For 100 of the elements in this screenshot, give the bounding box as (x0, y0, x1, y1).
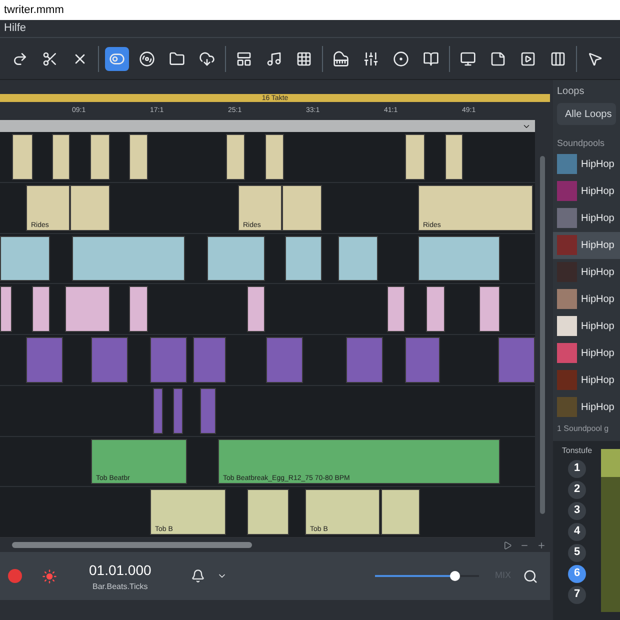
audio-clip[interactable] (153, 388, 163, 434)
audio-clip[interactable] (405, 134, 425, 180)
folder-icon (169, 50, 185, 66)
record-button[interactable] (8, 569, 22, 583)
soundpool-item[interactable]: HipHop (553, 286, 620, 312)
soundpool-name: HipHop (581, 346, 614, 360)
album-cover-placeholder (557, 181, 577, 201)
pitch-button[interactable]: 4 (568, 522, 586, 540)
panel-title: Loops (556, 85, 586, 99)
audio-clip[interactable] (498, 337, 535, 383)
audio-clip[interactable] (200, 388, 216, 434)
circle-icon (393, 50, 409, 66)
redo-icon (12, 50, 28, 66)
soundpool-item[interactable]: HipHop (553, 312, 620, 340)
soundpool-item[interactable]: HipHop (553, 258, 620, 286)
audio-clip[interactable] (282, 184, 322, 230)
audio-clip[interactable] (129, 134, 148, 180)
audio-clip[interactable] (338, 236, 378, 282)
soundpool-item[interactable]: HipHop (553, 150, 620, 178)
soundpool-item[interactable]: HipHop (553, 366, 620, 394)
album-cover-placeholder (557, 208, 577, 228)
search-icon (523, 568, 538, 584)
soundpool-name: HipHop (581, 374, 614, 388)
audio-clip[interactable] (265, 134, 284, 180)
note-icon (490, 50, 506, 66)
audio-clip[interactable] (70, 184, 110, 230)
disc-icon (139, 50, 155, 66)
audio-clip[interactable] (65, 286, 110, 332)
audio-clip[interactable] (418, 236, 500, 282)
pitch-button[interactable]: 2 (568, 480, 586, 498)
soundpool-item[interactable]: HipHop (553, 232, 620, 258)
audio-clip[interactable] (285, 236, 322, 282)
audio-clip[interactable] (247, 286, 265, 332)
monitor-icon (460, 50, 476, 66)
audio-clip[interactable] (52, 134, 70, 180)
soundpool-name: HipHop (581, 184, 614, 198)
cloud-download-icon (199, 50, 215, 66)
music-note-icon (266, 50, 282, 66)
audio-clip[interactable] (91, 337, 128, 383)
audio-clip[interactable] (346, 337, 383, 383)
scissors-icon (42, 50, 58, 66)
audio-clip[interactable] (32, 286, 50, 332)
album-cover-placeholder (557, 235, 577, 255)
audio-clip[interactable] (247, 489, 289, 535)
audio-clip[interactable] (207, 236, 265, 282)
soundpool-name: HipHop (581, 400, 614, 414)
audio-clip[interactable] (479, 286, 500, 332)
audio-clip[interactable] (0, 286, 12, 332)
pitch-title: Tonstufe (562, 444, 592, 456)
audio-clip[interactable] (173, 388, 183, 434)
audio-clip[interactable] (226, 134, 245, 180)
audio-clip[interactable] (129, 286, 148, 332)
audio-clip[interactable] (26, 337, 63, 383)
section-title: Soundpools (556, 137, 606, 150)
audio-clip[interactable] (193, 337, 226, 383)
book-icon (423, 50, 439, 66)
soundpool-name: HipHop (581, 238, 614, 252)
sun-icon[interactable] (42, 568, 57, 584)
window-title: twriter.mmm (4, 2, 64, 18)
pitch-button[interactable]: 5 (568, 544, 586, 562)
soundpool-name: HipHop (581, 266, 614, 280)
soundpool-item[interactable]: HipHop (553, 178, 620, 204)
soundpool-item[interactable]: HipHop (553, 204, 620, 232)
audio-clip[interactable] (90, 134, 110, 180)
audio-clip[interactable] (266, 337, 303, 383)
album-cover-placeholder (557, 343, 577, 363)
audio-clip[interactable] (405, 337, 440, 383)
audio-clip[interactable] (72, 236, 185, 282)
zoom-in-icon (537, 540, 546, 550)
horizontal-scrollbar[interactable] (12, 542, 252, 548)
toggle-icon (109, 50, 125, 66)
play-icon (520, 50, 536, 66)
toolbar-button[interactable] (105, 46, 129, 70)
columns-icon (550, 50, 566, 66)
layout-icon (236, 50, 252, 66)
album-cover-placeholder (557, 370, 577, 390)
album-cover-placeholder (557, 397, 577, 417)
play-icon (503, 540, 512, 550)
audio-clip[interactable] (381, 489, 420, 535)
time-display: 01.01.000 (89, 560, 152, 580)
audio-clip[interactable] (0, 236, 50, 282)
slider-thumb[interactable] (450, 571, 460, 581)
filter-dropdown[interactable]: Alle Loops (557, 103, 616, 125)
audio-clip[interactable] (426, 286, 445, 332)
pitch-button[interactable]: 7 (568, 586, 586, 604)
audio-clip[interactable] (12, 134, 33, 180)
sliders-icon (363, 50, 379, 66)
soundpool-name: HipHop (581, 158, 614, 172)
pitch-button[interactable]: 3 (568, 502, 586, 520)
soundpool-item[interactable]: HipHop (553, 394, 620, 420)
grid-icon (296, 50, 312, 66)
soundpool-name: HipHop (581, 320, 614, 334)
pitch-button[interactable]: 1 (568, 460, 586, 478)
album-cover-placeholder (557, 154, 577, 174)
audio-clip[interactable] (387, 286, 405, 332)
audio-clip[interactable] (445, 134, 463, 180)
audio-clip[interactable] (150, 337, 187, 383)
piano-icon (333, 50, 349, 66)
soundpool-item[interactable]: HipHop (553, 340, 620, 366)
menu-item[interactable]: Hilfe (4, 20, 26, 37)
